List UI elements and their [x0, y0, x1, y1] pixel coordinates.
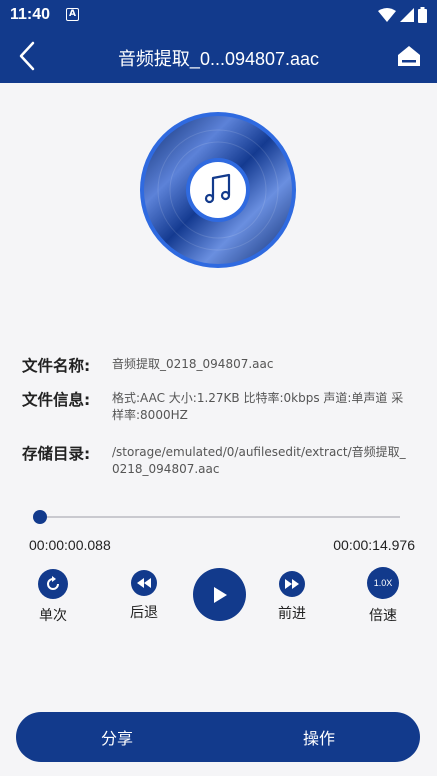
single-loop-button[interactable]: 单次: [29, 569, 77, 625]
total-time: 00:00:14.976: [333, 537, 415, 553]
home-icon: [398, 46, 420, 66]
loop-once-icon: [38, 569, 68, 599]
progress-thumb[interactable]: [33, 510, 48, 524]
forward-label: 前进: [278, 606, 306, 622]
speed-badge: 1.0X: [367, 567, 399, 599]
current-time: 00:00:00.088: [29, 537, 111, 553]
speed-button[interactable]: 1.0X 倍速: [359, 567, 407, 625]
storage-dir-row: 存储目录: /storage/emulated/0/aufilesedit/ex…: [22, 442, 417, 482]
forward-button[interactable]: 前进: [268, 571, 316, 623]
status-icons: [378, 6, 427, 24]
storage-dir-value: /storage/emulated/0/aufilesedit/extract/…: [112, 445, 406, 476]
operation-button[interactable]: 操作: [218, 712, 420, 762]
home-button[interactable]: [395, 42, 423, 70]
share-button[interactable]: 分享: [16, 712, 218, 762]
file-name-label: 文件名称:: [22, 357, 91, 375]
signal-icon: [400, 8, 414, 22]
file-info-row: 文件信息: 格式:AAC 大小:1.27KB 比特率:0kbps 声道:单声道 …: [22, 388, 417, 428]
file-name-value: 音频提取_0218_094807.aac: [112, 357, 274, 371]
file-info-label: 文件信息:: [22, 391, 91, 409]
file-info-value: 格式:AAC 大小:1.27KB 比特率:0kbps 声道:单声道 采样率:80…: [112, 391, 404, 422]
speed-value: 1.0X: [373, 578, 393, 588]
app-bar: 音频提取_0...094807.aac: [0, 30, 437, 83]
bottom-action-bar: 分享 操作: [16, 712, 420, 762]
album-disc: [138, 110, 298, 270]
chevron-left-icon: [19, 41, 35, 71]
rewind-button[interactable]: 后退: [120, 570, 168, 622]
rewind-icon: [131, 570, 157, 596]
speed-label: 倍速: [369, 608, 397, 624]
battery-icon: [418, 7, 427, 23]
page-title: 音频提取_0...094807.aac: [117, 49, 320, 69]
rewind-label: 后退: [130, 605, 158, 621]
play-icon: [192, 568, 246, 621]
fast-forward-icon: [279, 571, 305, 597]
back-button[interactable]: [10, 38, 44, 74]
play-button[interactable]: [192, 568, 246, 621]
status-bar: 11:40 A: [0, 0, 437, 30]
single-loop-label: 单次: [39, 608, 67, 624]
file-name-row: 文件名称: 音频提取_0218_094807.aac: [22, 354, 417, 378]
status-time: 11:40: [10, 6, 51, 23]
storage-dir-label: 存储目录:: [22, 445, 91, 463]
a-notification-icon: A: [66, 8, 79, 21]
wifi-icon: [378, 8, 396, 22]
progress-track[interactable]: [38, 516, 400, 518]
